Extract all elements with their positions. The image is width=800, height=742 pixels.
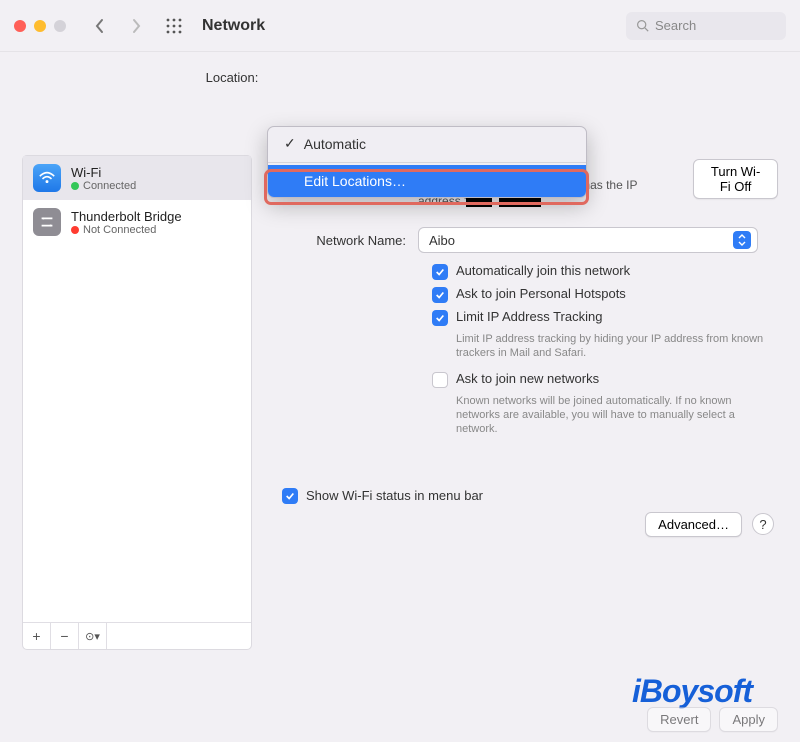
zoom-icon[interactable] xyxy=(54,20,66,32)
search-placeholder: Search xyxy=(655,18,696,33)
watermark: iiBoysoftBoysoft xyxy=(632,673,752,710)
titlebar: Network Search xyxy=(0,0,800,52)
status-dot-icon xyxy=(71,182,79,190)
remove-interface-button[interactable]: − xyxy=(51,623,79,649)
window-title: Network xyxy=(202,17,265,35)
advanced-button[interactable]: Advanced… xyxy=(645,512,742,537)
location-option-automatic[interactable]: ✓ Automatic xyxy=(268,127,586,160)
hotspots-label: Ask to join Personal Hotspots xyxy=(456,286,626,301)
apps-grid-icon[interactable] xyxy=(166,18,182,34)
search-icon xyxy=(636,19,649,32)
add-interface-button[interactable]: + xyxy=(23,623,51,649)
check-icon: ✓ xyxy=(284,135,296,152)
dropdown-separator xyxy=(268,162,586,163)
ask-new-description: Known networks will be joined automatica… xyxy=(456,394,778,437)
sidebar-item-thunderbolt[interactable]: Thunderbolt Bridge Not Connected xyxy=(23,200,251,244)
close-icon[interactable] xyxy=(14,20,26,32)
menubar-label: Show Wi-Fi status in menu bar xyxy=(306,488,483,503)
location-edit[interactable]: Edit Locations… xyxy=(268,165,586,197)
limit-ip-description: Limit IP address tracking by hiding your… xyxy=(456,332,778,361)
interface-list: Wi-Fi Connected Thunderbolt Bridge Not C… xyxy=(22,155,252,650)
network-name-select[interactable]: Aibo xyxy=(418,227,758,253)
auto-join-label: Automatically join this network xyxy=(456,263,630,278)
back-button[interactable] xyxy=(86,12,114,40)
network-name-label: Network Name: xyxy=(268,233,418,248)
revert-button[interactable]: Revert xyxy=(647,707,711,732)
status-dot-icon xyxy=(71,226,79,234)
dropdown-edit-label: Edit Locations… xyxy=(304,173,406,189)
sidebar-item-wifi[interactable]: Wi-Fi Connected xyxy=(23,156,251,200)
menubar-checkbox[interactable] xyxy=(282,488,298,504)
limit-ip-label: Limit IP Address Tracking xyxy=(456,309,602,324)
location-dropdown[interactable]: ✓ Automatic Edit Locations… xyxy=(267,126,587,198)
search-input[interactable]: Search xyxy=(626,12,786,40)
network-name-value: Aibo xyxy=(429,233,455,248)
more-actions-button[interactable]: ⊙▾ xyxy=(79,623,107,649)
limit-ip-checkbox[interactable] xyxy=(432,310,448,326)
help-button[interactable]: ? xyxy=(752,513,774,535)
bottom-buttons: Revert Apply xyxy=(647,707,778,732)
sidebar-footer: + − ⊙▾ xyxy=(23,622,251,649)
minimize-icon[interactable] xyxy=(34,20,46,32)
sidebar-item-status: Connected xyxy=(83,180,136,192)
sidebar-item-title: Wi-Fi xyxy=(71,165,136,180)
sidebar-item-status: Not Connected xyxy=(83,224,156,236)
auto-join-checkbox[interactable] xyxy=(432,264,448,280)
wifi-icon xyxy=(33,164,61,192)
wifi-toggle-button[interactable]: Turn Wi-Fi Off xyxy=(693,159,778,199)
dropdown-selected-label: Automatic xyxy=(304,136,366,152)
sidebar-item-title: Thunderbolt Bridge xyxy=(71,209,182,224)
hotspots-checkbox[interactable] xyxy=(432,287,448,303)
apply-button[interactable]: Apply xyxy=(719,707,778,732)
forward-button[interactable] xyxy=(122,12,150,40)
ask-new-label: Ask to join new networks xyxy=(456,371,599,386)
location-label: Location: xyxy=(206,70,259,85)
detail-panel: Status: Connected Wi-Fi is connected to … xyxy=(268,155,778,650)
thunderbolt-icon xyxy=(33,208,61,236)
ask-new-checkbox[interactable] xyxy=(432,372,448,388)
chevron-updown-icon xyxy=(733,231,751,249)
location-row: Location: xyxy=(0,52,800,95)
window-controls xyxy=(14,20,66,32)
